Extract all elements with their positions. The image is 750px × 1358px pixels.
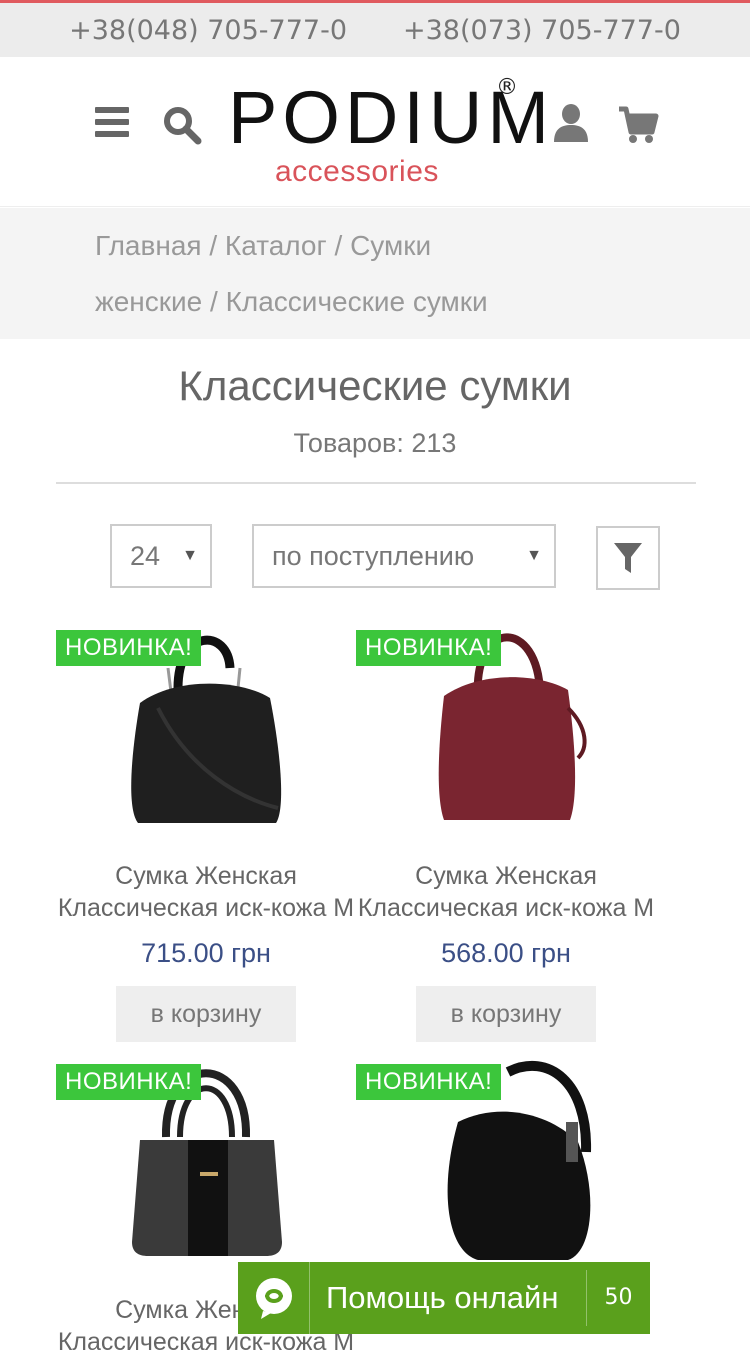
- site-header: PODIUM ® accessories: [0, 57, 750, 207]
- breadcrumb-bar: Главная / Каталог / Сумки женские / Клас…: [0, 208, 750, 339]
- search-icon[interactable]: [162, 105, 202, 145]
- cart-icon[interactable]: [617, 105, 659, 145]
- page-title: Классические сумки: [178, 362, 572, 409]
- filter-button[interactable]: [596, 526, 660, 590]
- breadcrumb-separator: /: [210, 286, 218, 317]
- online-help-widget[interactable]: Помощь онлайн 50: [238, 1262, 650, 1334]
- logo-subtitle: accessories: [275, 155, 439, 188]
- site-logo[interactable]: PODIUM ® accessories: [228, 75, 549, 190]
- product-price: 568.00 грн: [441, 938, 571, 968]
- sort-select[interactable]: по поступлению ▼: [252, 524, 556, 588]
- dropdown-arrow-icon: ▼: [182, 547, 198, 564]
- add-to-cart-button[interactable]: в корзину: [416, 986, 596, 1042]
- breadcrumb-home[interactable]: Главная: [95, 230, 202, 261]
- breadcrumb-separator: /: [334, 230, 343, 261]
- phone-link-2[interactable]: +38(073) 705-777-0: [403, 15, 681, 46]
- dropdown-arrow-icon: ▼: [526, 547, 542, 564]
- breadcrumb-catalog[interactable]: Каталог: [225, 230, 327, 261]
- per-page-value: 24: [130, 540, 161, 571]
- breadcrumb: Главная / Каталог / Сумки женские / Клас…: [95, 218, 535, 330]
- new-badge: НОВИНКА!: [356, 630, 502, 666]
- phone-link-1[interactable]: +38(048) 705-777-0: [69, 15, 347, 46]
- help-count: 50: [586, 1270, 650, 1326]
- help-label: Помощь онлайн: [326, 1280, 559, 1315]
- product-count: Товаров: 213: [293, 428, 457, 458]
- add-to-cart-button[interactable]: в корзину: [116, 986, 296, 1042]
- chat-icon: [238, 1262, 310, 1334]
- divider: [56, 482, 696, 484]
- new-badge: НОВИНКА!: [56, 630, 202, 666]
- product-name[interactable]: Сумка Женская Классическая иск-кожа М: [56, 860, 356, 924]
- phones-bar: +38(048) 705-777-0 +38(073) 705-777-0: [0, 3, 750, 57]
- breadcrumb-separator: /: [209, 230, 218, 261]
- menu-icon[interactable]: [95, 107, 129, 137]
- logo-registered-mark: ®: [496, 75, 518, 100]
- product-price: 715.00 грн: [141, 938, 271, 968]
- per-page-select[interactable]: 24 ▼: [110, 524, 212, 588]
- sort-value: по поступлению: [272, 540, 475, 571]
- new-badge: НОВИНКА!: [356, 1064, 502, 1100]
- user-icon[interactable]: [553, 103, 589, 143]
- filter-icon: [614, 543, 642, 573]
- new-badge: НОВИНКА!: [56, 1064, 202, 1100]
- breadcrumb-current: Классические сумки: [225, 286, 488, 317]
- product-name[interactable]: Сумка Женская Классическая иск-кожа М: [356, 860, 656, 924]
